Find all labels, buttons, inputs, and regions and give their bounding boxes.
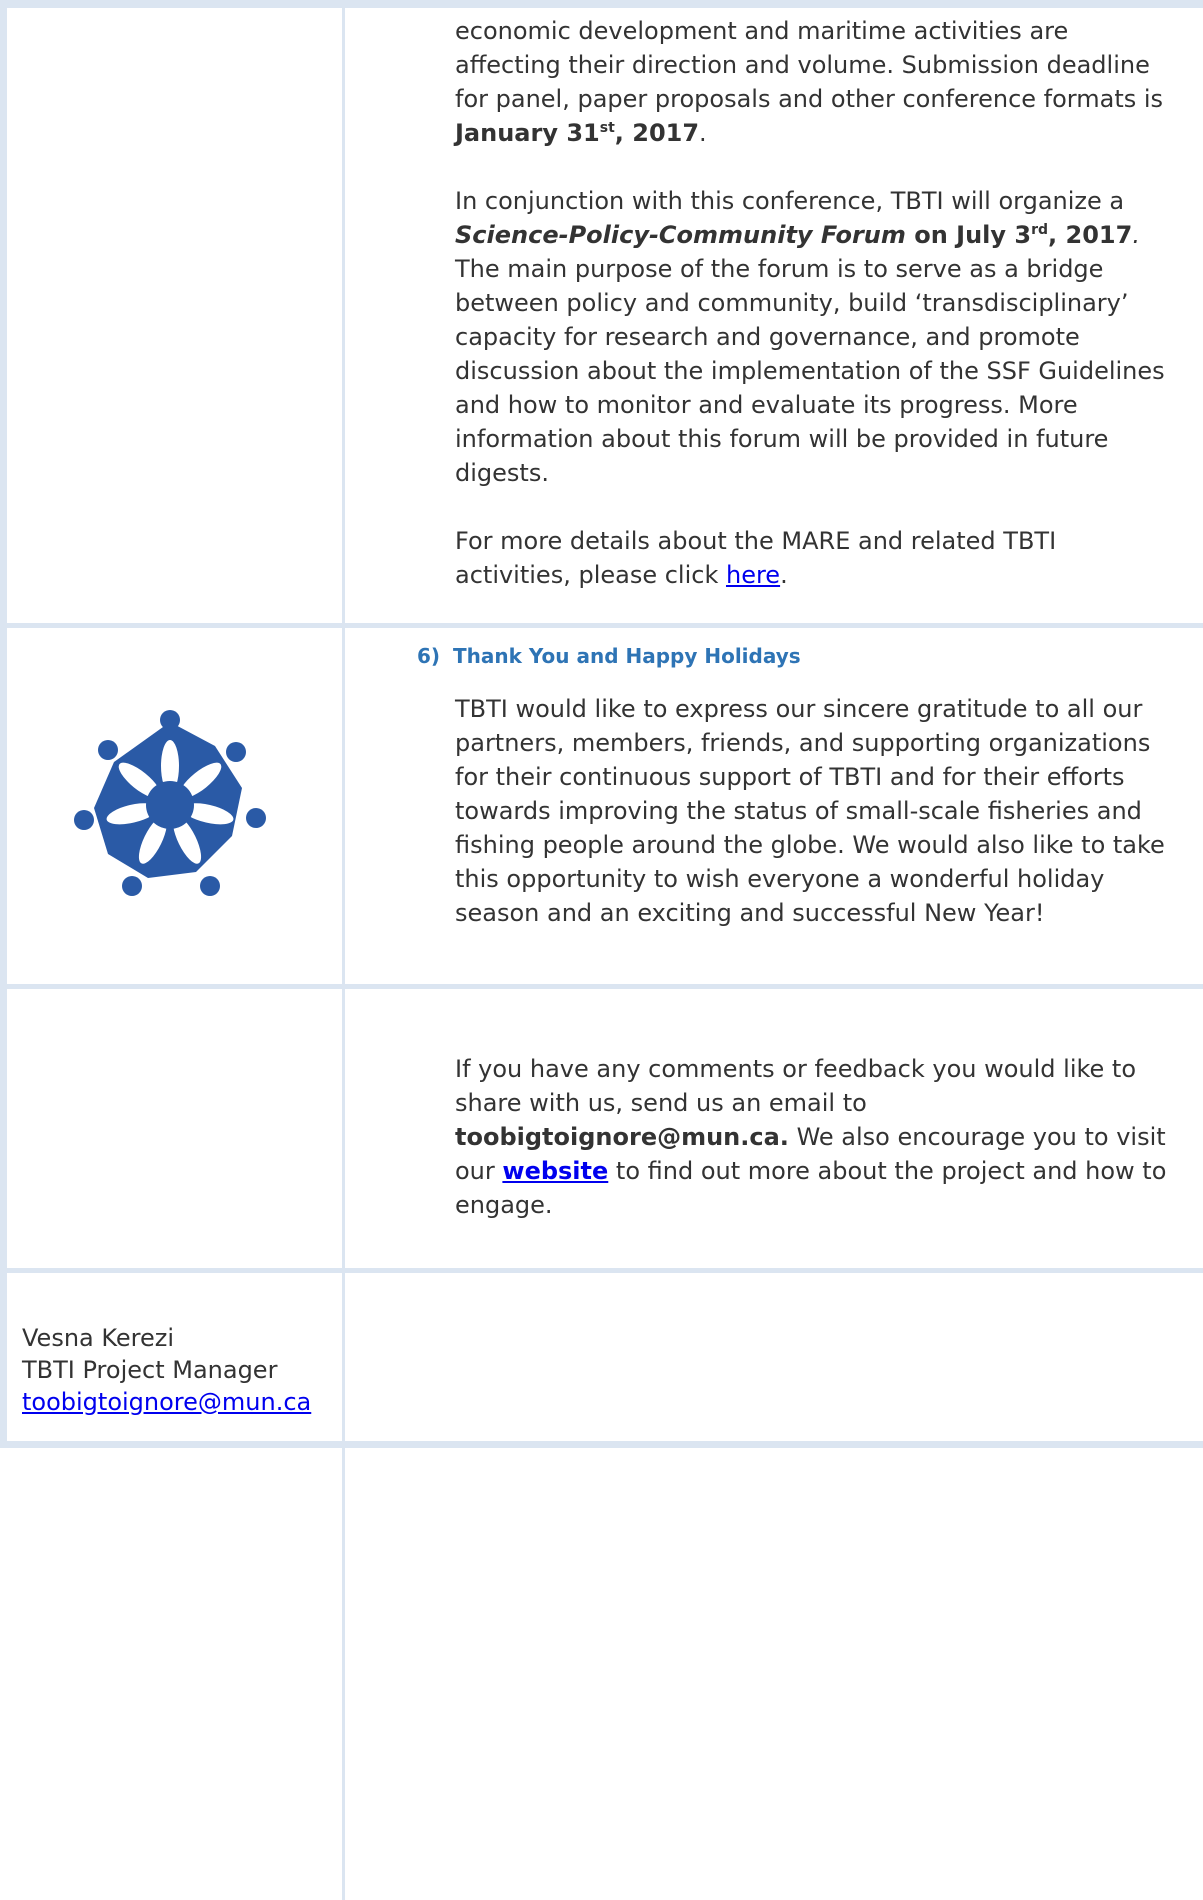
signature-role: TBTI Project Manager [22, 1356, 278, 1384]
section-title: Thank You and Happy Holidays [453, 644, 801, 668]
deadline-date: January 31st, 2017 [455, 119, 700, 147]
mare-paragraph-deadline: economic development and maritime activi… [455, 17, 1164, 147]
forum-date: on July 3rd, 2017 [905, 221, 1133, 249]
website-link[interactable]: website [502, 1157, 608, 1185]
mare-paragraph-forum: In conjunction with this conference, TBT… [455, 187, 1165, 487]
table-border-left [0, 0, 7, 1448]
contact-section: If you have any comments or feedback you… [455, 1052, 1175, 1222]
contact-paragraph: If you have any comments or feedback you… [455, 1055, 1167, 1219]
mare-section: economic development and maritime activi… [455, 14, 1175, 592]
signature-block: Vesna Kerezi TBTI Project Manager toobig… [22, 1322, 311, 1418]
section-number: 6) [417, 644, 441, 668]
table-border-bottom [0, 1441, 1203, 1448]
tbti-logo-icon [74, 710, 266, 896]
row-divider-3 [0, 1268, 1203, 1273]
signature-name: Vesna Kerezi [22, 1324, 175, 1352]
row-divider-2 [0, 984, 1203, 989]
column-divider-1 [342, 0, 345, 628]
mare-details-link[interactable]: here [726, 561, 780, 589]
section-6-body: TBTI would like to express our sincere g… [455, 692, 1175, 930]
thank-you-paragraph: TBTI would like to express our sincere g… [455, 695, 1165, 927]
forum-name: Science-Policy-Community Forum [455, 221, 906, 249]
table-border-top [0, 0, 1203, 8]
row-divider-1 [0, 623, 1203, 628]
signature-email-link[interactable]: toobigtoignore@mun.ca [22, 1388, 311, 1416]
column-divider-3 [342, 984, 345, 1270]
mare-paragraph-details: For more details about the MARE and rela… [455, 527, 1057, 589]
contact-email: toobigtoignore@mun.ca. [455, 1123, 789, 1151]
section-6-heading: 6) Thank You and Happy Holidays [417, 642, 801, 670]
newsletter-page: economic development and maritime activi… [0, 0, 1203, 1900]
